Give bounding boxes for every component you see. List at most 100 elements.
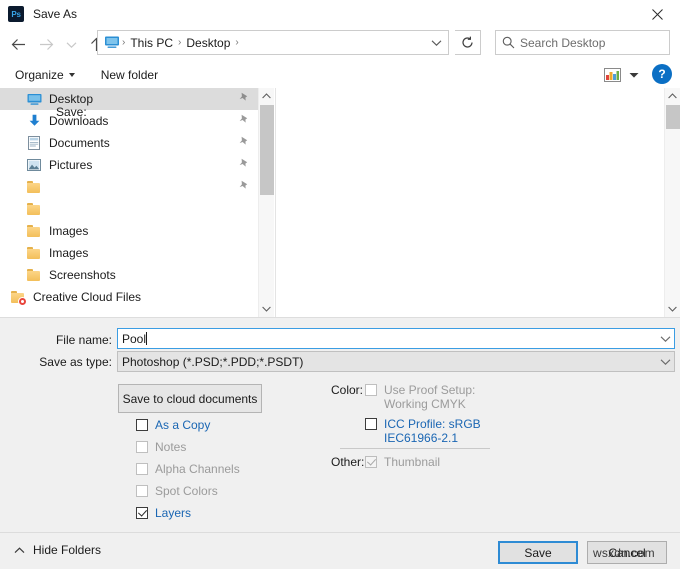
address-dropdown-button[interactable] (424, 31, 448, 54)
checkbox-box[interactable] (136, 463, 148, 475)
hide-folders-button[interactable]: Hide Folders (14, 543, 101, 557)
checkbox-icc-profile[interactable]: ICC Profile: sRGB IEC61966-2.1 (365, 417, 481, 445)
checkbox-use-proof-setup[interactable]: Use Proof Setup: Working CMYK (365, 383, 475, 411)
text-caret (146, 332, 148, 345)
checkbox-layers[interactable]: Layers (136, 506, 191, 520)
chevron-up-icon (262, 93, 271, 99)
creative-cloud-folder-icon (10, 289, 27, 306)
file-name-label: File name: (55, 333, 112, 347)
checkbox-spot-colors[interactable]: Spot Colors (136, 484, 218, 498)
recent-locations-button[interactable] (60, 31, 82, 59)
navpane-scrollbar[interactable] (258, 88, 274, 317)
sidebar-item-downloads[interactable]: Downloads (0, 110, 258, 132)
color-other-divider (340, 448, 490, 449)
sidebar-item-pictures[interactable]: Pictures (0, 154, 258, 176)
color-group-label: Color: (331, 383, 364, 397)
pin-icon[interactable] (239, 92, 249, 106)
change-view-button[interactable] (600, 65, 624, 85)
forward-button[interactable] (32, 31, 60, 59)
checkbox-box[interactable] (136, 507, 148, 519)
scrollbar-thumb[interactable] (260, 105, 274, 195)
view-mode-icon (603, 68, 621, 82)
save-as-type-dropdown-button[interactable] (660, 352, 671, 371)
command-bar: Organize New folder ? (0, 61, 680, 89)
checkbox-box[interactable] (136, 419, 148, 431)
cancel-button[interactable]: Cancel (587, 541, 667, 564)
view-options-button[interactable] (626, 65, 642, 85)
save-as-type-select[interactable]: Photoshop (*.PSD;*.PDD;*.PSDT) (117, 351, 675, 372)
organize-button[interactable]: Organize (8, 65, 82, 85)
save-to-cloud-documents-button[interactable]: Save to cloud documents (118, 384, 262, 413)
checkbox-notes[interactable]: Notes (136, 440, 186, 454)
pin-icon[interactable] (239, 158, 249, 172)
pictures-icon (26, 157, 42, 173)
sidebar-item-label: Creative Cloud Files (33, 290, 142, 304)
file-name-dropdown-button[interactable] (660, 329, 671, 348)
sidebar-item-desktop[interactable]: Desktop (0, 88, 258, 110)
checkbox-label: Layers (155, 506, 192, 520)
checkbox-alpha-channels[interactable]: Alpha Channels (136, 462, 240, 476)
chevron-down-icon (660, 358, 671, 365)
chevron-down-icon (668, 306, 677, 312)
sidebar-item-documents[interactable]: Documents (0, 132, 258, 154)
sidebar-item-label: Images (49, 246, 89, 260)
save-group-label: Save: (56, 105, 87, 119)
help-icon: ? (658, 67, 666, 81)
checkbox-sublabel: Working CMYK (384, 397, 466, 411)
save-button[interactable]: Save (498, 541, 578, 564)
checkbox-box[interactable] (365, 384, 377, 396)
refresh-button[interactable] (455, 30, 481, 55)
close-button[interactable] (634, 0, 680, 28)
pin-icon[interactable] (239, 180, 249, 194)
chevron-down-icon (66, 41, 76, 48)
scroll-up-button[interactable] (259, 88, 274, 104)
checkbox-label: Use Proof Setup: (384, 383, 476, 397)
search-box[interactable]: Search Desktop (495, 30, 670, 55)
pin-icon[interactable] (239, 114, 249, 128)
sidebar-item-creative-cloud-files[interactable]: Creative Cloud Files (0, 286, 258, 308)
breadcrumb-separator[interactable]: › (233, 37, 240, 48)
arrow-right-icon (39, 39, 53, 50)
help-button[interactable]: ? (652, 64, 672, 84)
folder-icon (26, 245, 42, 261)
address-bar[interactable]: › This PC › Desktop › (97, 30, 449, 55)
sidebar-item-label: Screenshots (49, 268, 116, 282)
hide-folders-label: Hide Folders (33, 543, 102, 557)
breadcrumb-separator: › (178, 37, 182, 48)
scroll-down-button[interactable] (259, 301, 274, 317)
filelist-scrollbar[interactable] (664, 88, 680, 317)
cancel-button-label: Cancel (608, 545, 646, 560)
checkbox-sublabel: IEC61966-2.1 (384, 431, 459, 445)
new-folder-button[interactable]: New folder (94, 65, 165, 85)
chevron-up-icon (14, 546, 25, 553)
save-as-type-label: Save as type: (39, 355, 112, 369)
checkbox-box[interactable] (136, 441, 148, 453)
sidebar-item-label: Pictures (49, 158, 93, 172)
file-list[interactable] (275, 88, 664, 317)
photoshop-icon: Ps (8, 6, 24, 22)
chevron-down-icon (68, 72, 75, 77)
search-input[interactable]: Search Desktop (520, 36, 605, 50)
scroll-down-button[interactable] (665, 301, 680, 317)
breadcrumb-this-pc[interactable]: This PC (127, 36, 176, 50)
pin-icon[interactable] (239, 136, 249, 150)
sidebar-item-images-2[interactable]: Images (0, 242, 258, 264)
checkbox-label: ICC Profile: sRGB (384, 417, 481, 431)
organize-label: Organize (15, 67, 64, 82)
file-name-input[interactable]: Pool (117, 328, 675, 349)
checkbox-box[interactable] (136, 485, 148, 497)
checkbox-thumbnail[interactable]: Thumbnail (365, 455, 440, 469)
checkbox-box[interactable] (365, 418, 377, 430)
window-title: Save As (33, 7, 78, 21)
back-button[interactable] (4, 31, 32, 59)
sidebar-item-folder-1[interactable] (0, 176, 258, 198)
sidebar-item-images-1[interactable]: Images (0, 220, 258, 242)
breadcrumb-desktop[interactable]: Desktop (183, 36, 233, 50)
checkbox-box[interactable] (365, 456, 377, 468)
scroll-up-button[interactable] (665, 88, 680, 104)
checkbox-as-a-copy[interactable]: As a Copy (136, 418, 210, 432)
scrollbar-thumb[interactable] (666, 105, 680, 129)
sidebar-item-folder-2[interactable] (0, 198, 258, 220)
sidebar-item-screenshots[interactable]: Screenshots (0, 264, 258, 286)
chevron-down-icon (262, 306, 271, 312)
